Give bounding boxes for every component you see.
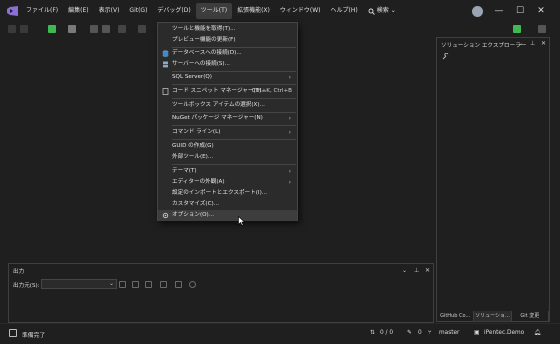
clear-all-icon[interactable]	[160, 281, 167, 288]
menu-help[interactable]: ヘルプ(H)	[326, 3, 363, 19]
menu-item-choose-toolbox-items[interactable]: ツールボックス アイテムの選択(X)...	[158, 100, 297, 111]
menu-tools[interactable]: ツール(T)	[195, 3, 233, 19]
menu-separator	[172, 164, 296, 165]
close-icon[interactable]: ✕	[541, 40, 546, 47]
output-window-icon[interactable]	[9, 329, 17, 337]
menu-item-options[interactable]: オプション(O)...	[158, 210, 297, 221]
close-button[interactable]: ✕	[532, 3, 550, 19]
search-label: 検索	[376, 7, 389, 14]
minimize-button[interactable]: —	[490, 3, 508, 19]
output-source-label: 出力元(S):	[13, 283, 40, 289]
mouse-cursor-icon	[238, 216, 245, 226]
menu-view[interactable]: 表示(V)	[94, 3, 125, 19]
menu-separator	[172, 125, 296, 126]
notification-bell-icon[interactable]: 🔔︎	[534, 330, 541, 336]
redo-icon[interactable]	[138, 25, 146, 33]
repository-icon: ▣	[474, 330, 480, 336]
tab-git-changes[interactable]: Git 変更	[512, 311, 549, 321]
solution-explorer-title: ソリューション エクスプローラー	[441, 43, 527, 49]
find-message-icon[interactable]	[119, 281, 126, 288]
shortcut-text: Ctrl+K, Ctrl+B	[251, 88, 292, 94]
pin-icon[interactable]: ⊥	[530, 40, 535, 47]
menu-separator	[172, 84, 296, 85]
visual-studio-logo-icon	[7, 6, 18, 16]
tools-menu-dropdown: ツールと機能を取得(T)... プレビュー機能の更新(F) データベースへの接続…	[157, 22, 298, 221]
new-item-icon[interactable]	[48, 25, 56, 33]
undo-icon[interactable]	[118, 25, 126, 33]
database-connect-icon	[162, 50, 169, 57]
search-button[interactable]: 検索 ⌄	[363, 3, 401, 19]
menu-item-snippet-manager[interactable]: コード スニペット マネージャー(T)... Ctrl+K, Ctrl+B	[158, 86, 297, 97]
back-icon[interactable]	[8, 25, 16, 33]
open-file-icon[interactable]	[68, 25, 76, 33]
menu-item-external-tools[interactable]: 外部ツール(E)...	[158, 152, 297, 163]
menu-window[interactable]: ウィンドウ(W)	[275, 3, 326, 19]
snippet-icon	[162, 88, 169, 95]
menu-separator	[172, 98, 296, 99]
tab-solution-explorer[interactable]: ソリューショ...	[474, 311, 512, 321]
maximize-button[interactable]: ☐	[511, 3, 529, 19]
menu-item-sql-server[interactable]: SQL Server(Q) ›	[158, 72, 297, 83]
git-branch[interactable]: master	[439, 330, 459, 336]
forward-icon[interactable]	[20, 25, 28, 33]
output-title: 出力	[13, 269, 25, 275]
menu-item-nuget[interactable]: NuGet パッケージ マネージャー(N) ›	[158, 113, 297, 124]
menu-item-connect-server[interactable]: サーバーへの接続(S)...	[158, 59, 297, 70]
menu-extensions[interactable]: 拡張機能(X)	[232, 3, 275, 19]
line-info[interactable]: 0 / 0	[380, 330, 393, 336]
solution-explorer-tabs: GitHub Co... ソリューショ... Git 変更	[437, 311, 549, 321]
gear-icon	[162, 212, 169, 219]
solution-explorer: ソリューション エクスプローラー ⌄ ⊥ ✕ GitHub Co... ソリュー…	[436, 37, 550, 322]
word-wrap-icon[interactable]	[175, 281, 182, 288]
menu-debug[interactable]: デバッグ(D)	[152, 3, 195, 19]
chevron-down-icon: ⌄	[108, 280, 114, 287]
menu-git[interactable]: Git(G)	[124, 3, 152, 19]
status-bar: 準備完了 ⇅ 0 / 0 ✎ 0 ⑂ master ▣ iPentec.Demo…	[0, 323, 560, 344]
menu-separator	[172, 139, 296, 140]
menu-edit[interactable]: 編集(E)	[63, 3, 93, 19]
output-source-select[interactable]: ⌄	[41, 279, 117, 289]
updown-arrows-icon: ⇅	[370, 330, 375, 336]
save-all-icon[interactable]	[102, 25, 110, 33]
menu-item-theme[interactable]: テーマ(T) ›	[158, 166, 297, 177]
chevron-down-icon[interactable]: ⌄	[402, 267, 407, 274]
server-connect-icon	[163, 61, 168, 68]
pin-icon[interactable]: ⊥	[414, 267, 419, 274]
chevron-right-icon: ›	[288, 129, 291, 136]
git-icon[interactable]	[513, 25, 521, 33]
chevron-right-icon: ›	[288, 168, 291, 175]
save-icon[interactable]	[90, 25, 98, 33]
search-icon	[368, 8, 375, 15]
menu-item-create-guid[interactable]: GUID の作成(G)	[158, 141, 297, 152]
menu-item-command-line[interactable]: コマンド ライン(L) ›	[158, 127, 297, 138]
menu-bar: ファイル(F) 編集(E) 表示(V) Git(G) デバッグ(D) ツール(T…	[21, 0, 401, 22]
clock-icon[interactable]	[189, 281, 196, 288]
avatar[interactable]	[472, 6, 483, 17]
chevron-right-icon: ›	[288, 115, 291, 122]
live-share-icon[interactable]	[538, 25, 546, 33]
next-message-icon[interactable]	[145, 281, 152, 288]
menu-item-customize[interactable]: カスタマイズ(C)...	[158, 199, 297, 210]
chevron-down-icon[interactable]: ⌄	[518, 40, 523, 47]
menu-item-get-tools[interactable]: ツールと機能を取得(T)...	[158, 24, 297, 35]
menu-item-preview-features[interactable]: プレビュー機能の更新(F)	[158, 35, 297, 46]
close-icon[interactable]: ✕	[425, 267, 430, 274]
menu-item-import-export-settings[interactable]: 設定のインポートとエクスポート(I)...	[158, 188, 297, 199]
previous-message-icon[interactable]	[132, 281, 139, 288]
pencil-icon: ✎	[407, 330, 412, 336]
menu-file[interactable]: ファイル(F)	[21, 3, 63, 19]
git-repository[interactable]: iPentec.Demo	[484, 330, 524, 336]
menu-item-editor-appearance[interactable]: エディターの外観(A) ›	[158, 177, 297, 188]
tab-github-copilot[interactable]: GitHub Co...	[437, 311, 475, 321]
chevron-right-icon: ›	[288, 74, 291, 81]
branch-icon: ⑂	[428, 330, 432, 336]
title-bar: ファイル(F) 編集(E) 表示(V) Git(G) デバッグ(D) ツール(T…	[0, 0, 560, 22]
chevron-right-icon: ›	[288, 179, 291, 186]
menu-item-connect-database[interactable]: データベースへの接続(D)...	[158, 48, 297, 59]
chevron-down-icon: ⌄	[390, 7, 396, 14]
status-ready: 準備完了	[22, 333, 46, 339]
output-pane: 出力 ⌄ ⊥ ✕ 出力元(S): ⌄	[8, 263, 434, 323]
wrench-icon[interactable]	[442, 53, 449, 60]
edit-count[interactable]: 0	[418, 330, 422, 336]
